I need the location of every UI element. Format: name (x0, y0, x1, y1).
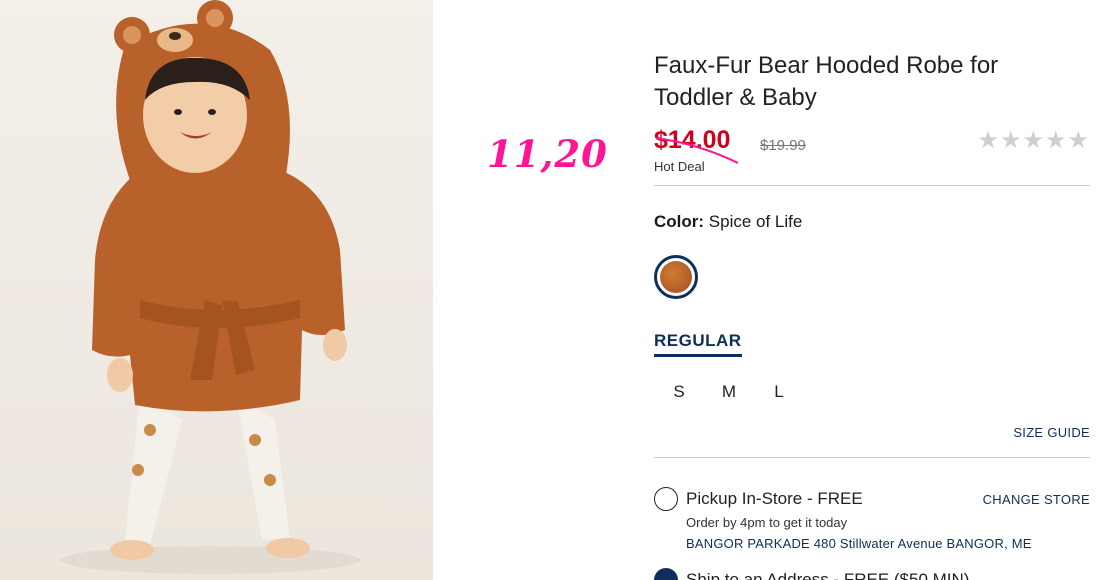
swatch-fill (660, 261, 692, 293)
price-section: $14.00 $19.99 Hot Deal ★★★★★ (654, 126, 1090, 186)
store-address-link[interactable]: BANGOR PARKADE 480 Stillwater Avenue BAN… (686, 536, 1032, 551)
size-option-l[interactable]: L (754, 382, 804, 402)
original-price: $19.99 (760, 137, 806, 154)
color-value: Spice of Life (708, 212, 803, 231)
rating-stars[interactable]: ★★★★★ (977, 126, 1090, 155)
size-guide-link[interactable]: SIZE GUIDE (1013, 425, 1090, 440)
pickup-radio[interactable] (654, 487, 678, 511)
size-options: S M L (654, 382, 804, 402)
size-option-m[interactable]: M (704, 382, 754, 402)
product-title: Faux-Fur Bear Hooded Robe for Toddler & … (654, 52, 999, 111)
fit-tab-regular[interactable]: REGULAR (654, 331, 742, 357)
ship-radio-selected[interactable] (654, 568, 678, 580)
color-label-key: Color: (654, 212, 705, 231)
color-swatch-spice-of-life[interactable] (654, 255, 698, 299)
product-image (0, 0, 433, 580)
size-option-s[interactable]: S (654, 382, 704, 402)
divider (654, 457, 1090, 458)
handwritten-price-annotation: 11,20 (487, 132, 608, 176)
color-label: Color: Spice of Life (654, 212, 802, 232)
deal-label: Hot Deal (654, 159, 705, 174)
ship-label[interactable]: Ship to an Address - FREE ($50 MIN) (686, 570, 969, 580)
toddler-bear-robe-illustration (60, 0, 360, 574)
change-store-link[interactable]: CHANGE STORE (983, 492, 1090, 507)
order-by-text: Order by 4pm to get it today (686, 515, 848, 530)
pickup-label[interactable]: Pickup In-Store - FREE (686, 489, 863, 509)
